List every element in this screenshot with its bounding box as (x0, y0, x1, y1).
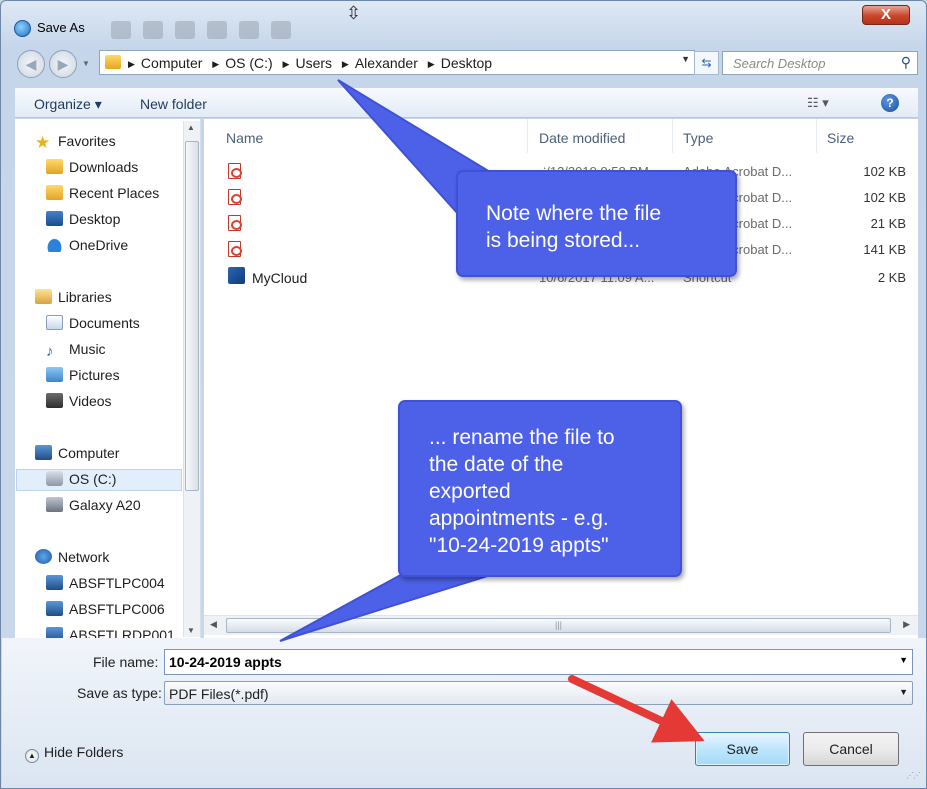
annotation-overlay (279, 79, 705, 743)
callout-rename-note: ... rename the file to the date of the e… (398, 400, 682, 577)
red-arrow-to-save (568, 675, 705, 743)
callout-storage-note: Note where the file is being stored... (456, 170, 737, 277)
